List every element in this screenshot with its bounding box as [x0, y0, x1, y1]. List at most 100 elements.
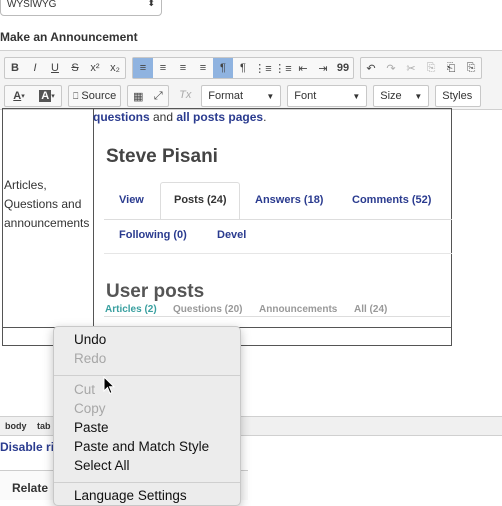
chevron-down-icon: ▼	[414, 91, 423, 101]
cell-line: Articles,	[4, 178, 47, 192]
menu-item-select-all[interactable]: Select All	[74, 458, 130, 473]
maximize-icon: ⤢	[153, 89, 163, 102]
justify-button[interactable]: ≡	[193, 58, 213, 78]
strikethrough-button[interactable]: S	[65, 58, 85, 78]
source-label: Source	[81, 90, 117, 102]
indent-button[interactable]: ⇥	[313, 58, 333, 78]
path-table[interactable]: tab	[37, 421, 51, 431]
styles-combo-label: Styles	[442, 90, 473, 102]
size-combo-label: Size	[380, 90, 402, 102]
redo-icon: ↷	[386, 62, 396, 75]
text-color-icon: A	[13, 90, 22, 102]
ltr-button[interactable]: ¶	[213, 58, 233, 78]
bg-color-icon: A	[39, 90, 52, 102]
outdent-button[interactable]: ⇤	[293, 58, 313, 78]
cut-button[interactable]: ✂	[401, 58, 421, 78]
copy-icon: ⎘	[426, 61, 436, 74]
menu-item-copy[interactable]: Copy	[74, 401, 106, 416]
maximize-button[interactable]: ⤢	[148, 86, 168, 106]
bold-button[interactable]: B	[5, 58, 25, 78]
chevron-updown-icon: ⬍	[147, 0, 155, 8]
undo-button[interactable]: ↶	[361, 58, 381, 78]
blockquote-icon: 99	[336, 62, 350, 74]
align-center-button[interactable]: ≡	[153, 58, 173, 78]
text-style-group: B I U S x² x₂	[4, 57, 126, 79]
menu-item-redo[interactable]: Redo	[74, 351, 106, 366]
align-center-icon: ≡	[159, 62, 167, 74]
table-column-divider	[93, 109, 94, 327]
path-body[interactable]: body	[5, 421, 27, 431]
tab-posts[interactable]: Posts (24)	[174, 194, 227, 206]
text-format-value: WYSIWYG	[7, 0, 57, 10]
menu-item-paste[interactable]: Paste	[74, 420, 109, 435]
tabs-bottom-divider	[104, 253, 452, 254]
all-posts-link[interactable]: all posts pages	[176, 110, 263, 124]
subtab-announcements[interactable]: Announcements	[259, 304, 337, 315]
align-right-button[interactable]: ≡	[173, 58, 193, 78]
tab-view[interactable]: View	[119, 194, 144, 206]
subtab-all[interactable]: All (24)	[354, 304, 387, 315]
format-combo[interactable]: Format ▼	[201, 85, 282, 107]
tab-following[interactable]: Following (0)	[119, 229, 187, 241]
cell-line: announcements	[4, 216, 90, 230]
section-title: Make an Announcement	[0, 30, 138, 44]
text-format-select[interactable]: WYSIWYG ⬍	[0, 0, 162, 16]
blockquote-button[interactable]: 99	[333, 58, 353, 78]
show-blocks-icon: ▦	[133, 90, 144, 103]
misc-group: ▦ ⤢	[127, 85, 170, 107]
outdent-icon: ⇤	[298, 62, 308, 75]
font-combo[interactable]: Font ▼	[287, 85, 368, 107]
user-posts-heading: User posts	[106, 281, 205, 302]
menu-item-paste-match-style[interactable]: Paste and Match Style	[74, 439, 209, 454]
user-name-heading: Steve Pisani	[106, 146, 218, 167]
clear-format-button[interactable]: Tx	[175, 85, 195, 105]
subtab-articles[interactable]: Articles (2)	[105, 304, 157, 315]
ltr-icon: ¶	[220, 62, 226, 74]
text-color-button[interactable]: A ▾	[5, 86, 33, 106]
rtl-button[interactable]: ¶	[233, 58, 253, 78]
italic-button[interactable]: I	[25, 58, 45, 78]
menu-item-cut[interactable]: Cut	[74, 382, 95, 397]
bullet-list-button[interactable]: ⋮≡	[253, 58, 273, 78]
numbered-list-icon: ⋮≡	[274, 62, 292, 75]
chevron-down-icon: ▼	[266, 91, 275, 101]
paste-icon: ⎗	[446, 61, 456, 74]
context-menu: Undo Redo Cut Copy Paste Paste and Match…	[53, 326, 241, 506]
paste-button[interactable]: ⎗	[441, 58, 461, 78]
redo-button[interactable]: ↷	[381, 58, 401, 78]
text-color-group: A ▾ A ▾	[4, 85, 62, 107]
size-combo[interactable]: Size ▼	[373, 85, 430, 107]
bg-color-button[interactable]: A ▾	[33, 86, 61, 106]
cut-icon: ✂	[406, 62, 416, 75]
rtl-icon: ¶	[240, 62, 246, 74]
questions-link[interactable]: questions	[93, 110, 150, 124]
underline-button[interactable]: U	[45, 58, 65, 78]
numbered-list-button[interactable]: ⋮≡	[273, 58, 293, 78]
subscript-button[interactable]: x₂	[105, 58, 125, 78]
copy-button[interactable]: ⎘	[421, 58, 441, 78]
menu-separator	[54, 375, 240, 376]
styles-combo[interactable]: Styles	[435, 85, 482, 107]
show-blocks-button[interactable]: ▦	[128, 86, 148, 106]
tab-answers[interactable]: Answers (18)	[255, 194, 323, 206]
paste-text-icon: ⎘	[466, 61, 476, 74]
disable-rich-text-link[interactable]: Disable ric	[0, 440, 61, 454]
tab-comments[interactable]: Comments (52)	[352, 194, 431, 206]
align-left-button[interactable]: ≡	[133, 58, 153, 78]
editor-toolbar: B I U S x² x₂ ≡ ≡ ≡ ≡ ¶ ¶ ⋮≡ ⋮≡ ⇤ ⇥ 99 ↶…	[0, 50, 502, 110]
tab-devel[interactable]: Devel	[217, 229, 246, 241]
table-cell-label: Articles, Questions and announcements	[4, 176, 92, 233]
tabs-divider	[104, 219, 452, 220]
source-button[interactable]: ⎕ Source	[68, 85, 122, 107]
menu-item-undo[interactable]: Undo	[74, 332, 106, 347]
intro-text: questions and all posts pages.	[93, 110, 266, 124]
paste-text-button[interactable]: ⎘	[461, 58, 481, 78]
source-icon: ⎕	[73, 90, 79, 101]
align-left-icon: ≡	[139, 62, 147, 74]
menu-item-language-settings[interactable]: Language Settings	[74, 488, 187, 503]
superscript-button[interactable]: x²	[85, 58, 105, 78]
format-combo-label: Format	[208, 90, 244, 102]
subtab-questions[interactable]: Questions (20)	[173, 304, 242, 315]
related-panel-title: Relate	[12, 481, 49, 495]
history-group: ↶ ↷ ✂ ⎘ ⎗ ⎘	[360, 57, 482, 79]
